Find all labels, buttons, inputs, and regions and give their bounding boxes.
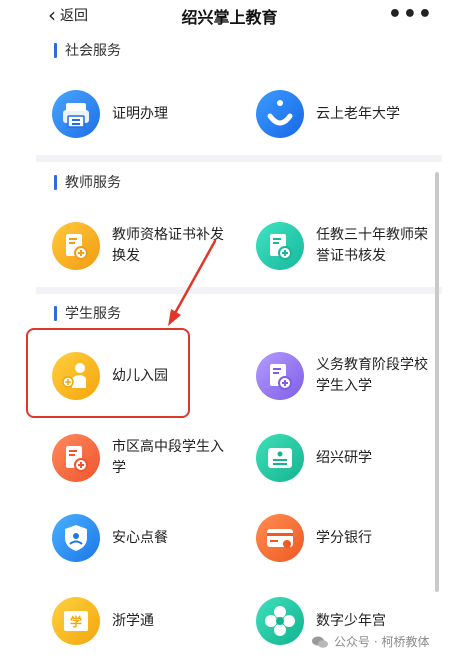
watermark: 公众号 · 柯桥教体	[312, 633, 429, 650]
annotation-arrow	[168, 239, 217, 326]
wechat-icon	[312, 636, 328, 648]
watermark-text: 公众号 · 柯桥教体	[334, 635, 430, 649]
